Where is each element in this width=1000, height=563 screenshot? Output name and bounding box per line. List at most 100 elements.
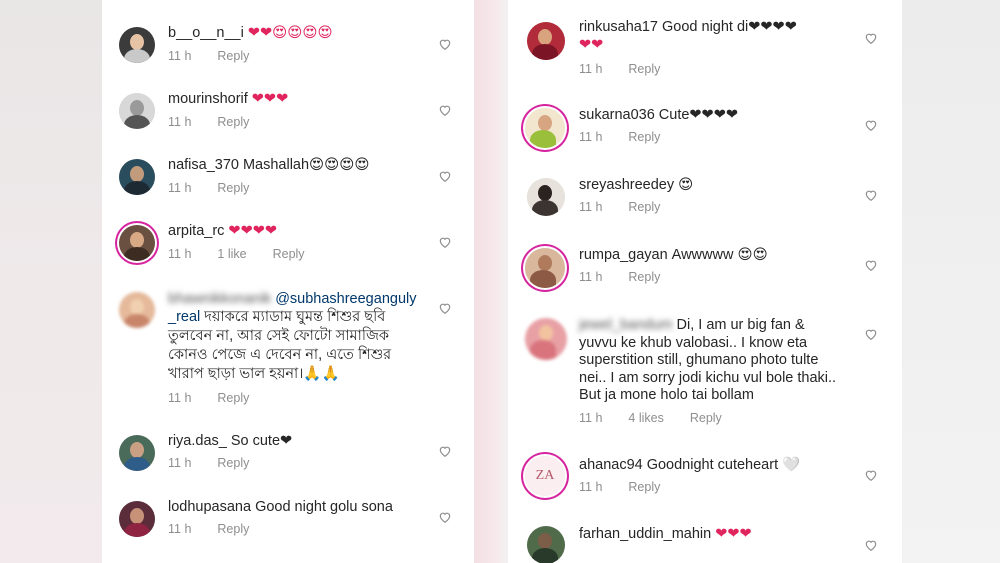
mention-link[interactable]: _real — [168, 309, 200, 325]
heart-outline-icon[interactable] — [864, 118, 878, 132]
username-link[interactable]: jewel_bandum — [579, 317, 673, 333]
logo-image: ZA — [535, 468, 555, 483]
comment-text-line: superstition still, ghumano photo tulte — [579, 352, 819, 368]
username-link[interactable]: nafisa_370 — [168, 157, 239, 173]
like-count[interactable]: 1 like — [217, 247, 246, 261]
comment-time: 11 h — [168, 456, 192, 470]
reply-button[interactable]: Reply — [217, 391, 249, 405]
avatar[interactable] — [119, 501, 155, 537]
comment-text-line: খারাপ ছাড়া ভাল হয়না।🙏🙏 — [168, 366, 340, 382]
heart-outline-icon[interactable] — [438, 301, 452, 315]
reply-button[interactable]: Reply — [217, 115, 249, 129]
username-link[interactable]: rinkusaha17 — [579, 19, 658, 35]
comment-text-line: yuvvu ke khub valobasi.. I know eta — [579, 335, 808, 351]
username-link[interactable]: rumpa_gayan — [579, 247, 668, 263]
reply-button[interactable]: Reply — [628, 480, 660, 494]
comment-item: rumpa_gayan Awwwww 😍😍 11 h Reply — [508, 236, 902, 306]
comment-time: 11 h — [168, 49, 192, 63]
avatar[interactable] — [119, 27, 155, 63]
comment-text-line: কোনও পেজে এ দেবেন না, এতে শিশুর — [168, 347, 392, 363]
comment-text: Good night golu sona — [255, 499, 393, 515]
heart-outline-icon[interactable] — [438, 103, 452, 117]
reply-button[interactable]: Reply — [217, 522, 249, 536]
avatar[interactable] — [527, 178, 565, 216]
comment-time: 11 h — [579, 480, 603, 494]
username-link[interactable]: mourinshorif — [168, 91, 248, 107]
comment-text: So cute❤ — [230, 433, 293, 449]
background-middle — [474, 0, 508, 563]
avatar[interactable] — [525, 248, 565, 288]
username-link[interactable]: arpita_rc — [168, 223, 224, 239]
comment-item: ZA ahanac94 Goodnight cuteheart 🤍 11 h Rep… — [508, 446, 902, 516]
username-link[interactable]: lodhupasana — [168, 499, 251, 515]
comment-time: 11 h — [168, 247, 192, 261]
comment-text-line: But ja mone holo tai bollam — [579, 387, 754, 403]
background-left — [0, 0, 102, 563]
comment-item: lodhupasana Good night golu sona 11 h Repl… — [102, 476, 474, 563]
comment-time: 11 h — [579, 200, 603, 214]
comment-text: Awwwww 😍😍 — [671, 247, 768, 263]
avatar[interactable] — [525, 318, 567, 360]
comment-text: Cute❤❤❤❤ — [658, 107, 739, 123]
username-link[interactable]: sreyashreedey — [579, 177, 674, 193]
username-link[interactable]: b__o__n__i — [168, 25, 244, 41]
username-link[interactable]: sukarna036 — [579, 107, 655, 123]
comment-item: mourinshorif ❤❤❤ 11 h Reply — [102, 66, 474, 132]
heart-outline-icon[interactable] — [864, 31, 878, 45]
mention-link[interactable]: @subhashreeganguly — [275, 291, 416, 307]
reply-button[interactable]: Reply — [690, 411, 722, 425]
heart-outline-icon[interactable] — [864, 188, 878, 202]
comment-time: 11 h — [579, 270, 603, 284]
reply-button[interactable]: Reply — [628, 270, 660, 284]
heart-outline-icon[interactable] — [438, 169, 452, 183]
reply-button[interactable]: Reply — [628, 200, 660, 214]
background-right — [902, 0, 1000, 563]
comment-time: 11 h — [579, 130, 603, 144]
comment-text: ❤❤❤❤ — [228, 223, 278, 239]
comment-time: 11 h — [579, 62, 603, 76]
heart-outline-icon[interactable] — [438, 444, 452, 458]
avatar[interactable] — [525, 108, 565, 148]
heart-outline-icon[interactable] — [438, 235, 452, 249]
comment-text: ❤❤❤ — [715, 526, 752, 542]
comment-text: 😍 — [678, 177, 694, 193]
heart-outline-icon[interactable] — [864, 258, 878, 272]
comment-text: ❤❤❤ — [251, 91, 289, 107]
username-link[interactable]: bhawnikkonanik — [168, 291, 271, 307]
avatar[interactable]: ZA — [525, 456, 565, 496]
username-link[interactable]: farhan_uddin_mahin — [579, 526, 711, 542]
heart-outline-icon[interactable] — [438, 37, 452, 51]
heart-outline-icon[interactable] — [438, 510, 452, 524]
heart-outline-icon[interactable] — [864, 538, 878, 552]
avatar[interactable] — [119, 292, 155, 328]
reply-button[interactable]: Reply — [217, 181, 249, 195]
reply-button[interactable]: Reply — [628, 130, 660, 144]
heart-outline-icon[interactable] — [864, 468, 878, 482]
comment-text: Goodnight cuteheart 🤍 — [646, 457, 801, 473]
avatar[interactable] — [119, 93, 155, 129]
comment-text: ❤❤😍😍😍😍 — [247, 25, 333, 41]
reply-button[interactable]: Reply — [273, 247, 305, 261]
comment-time: 11 h — [168, 115, 192, 129]
like-count[interactable]: 4 likes — [628, 411, 663, 425]
comment-text-line: nei.. I am sorry jodi kichu vul bole tha… — [579, 370, 837, 386]
username-link[interactable]: ahanac94 — [579, 457, 643, 473]
avatar[interactable] — [119, 435, 155, 471]
comments-panel-right: rinkusaha17 Good night di❤❤❤❤ ❤❤ 11 h Repl… — [508, 0, 902, 563]
comment-time: 11 h — [168, 522, 192, 536]
avatar[interactable] — [119, 225, 155, 261]
comment-time: 11 h — [168, 391, 192, 405]
avatar[interactable] — [119, 159, 155, 195]
avatar[interactable] — [527, 526, 565, 563]
comment-text-line: দয়াকরে ম্যাডাম ঘুমন্ত শিশুর ছবি — [204, 309, 386, 325]
avatar[interactable] — [527, 22, 565, 60]
username-link[interactable]: riya.das_ — [168, 433, 227, 449]
comment-text: Good night di❤❤❤❤ — [662, 19, 797, 35]
reply-button[interactable]: Reply — [217, 49, 249, 63]
comment-text-line: তুলবেন না, আর সেই ফোটো সামাজিক — [168, 328, 390, 344]
reply-button[interactable]: Reply — [217, 456, 249, 470]
reply-button[interactable]: Reply — [628, 62, 660, 76]
comment-item: farhan_uddin_mahin ❤❤❤ — [508, 516, 902, 563]
comment-item: jewel_bandum Di, I am ur big fan & yuvvu … — [508, 306, 902, 446]
heart-outline-icon[interactable] — [864, 327, 878, 341]
